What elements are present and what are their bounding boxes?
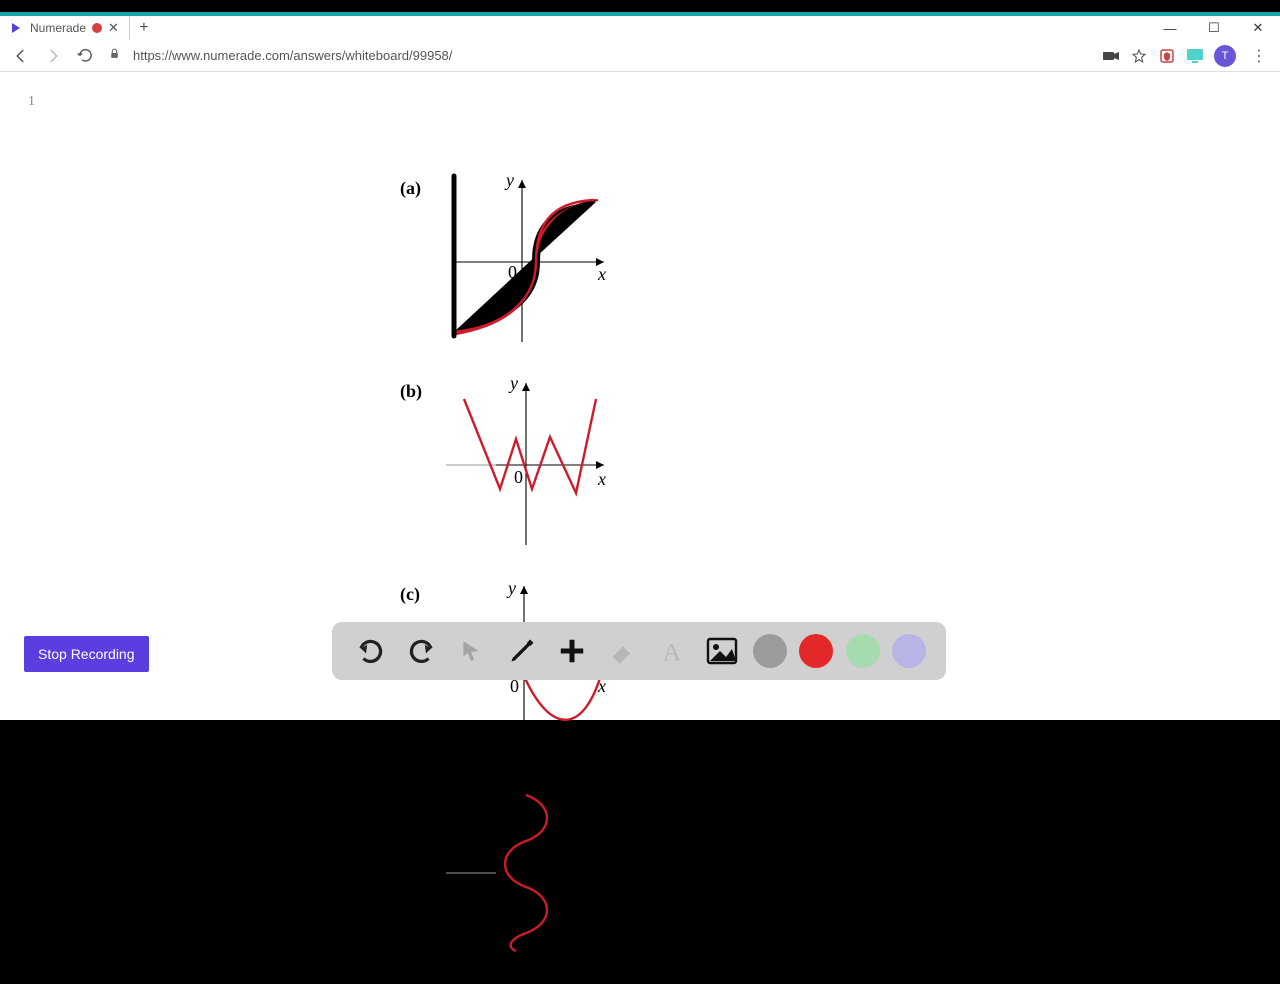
plot-a-ylabel: y bbox=[504, 172, 514, 190]
browser-tab-active[interactable]: Numerade ✕ bbox=[0, 16, 130, 40]
svg-text:x: x bbox=[597, 469, 606, 489]
redo-button[interactable] bbox=[402, 632, 440, 670]
tab-title: Numerade bbox=[30, 21, 86, 35]
nav-forward-button[interactable] bbox=[40, 43, 66, 69]
color-swatch-green[interactable] bbox=[846, 634, 880, 668]
plot-grid: (a) y x 0 bbox=[400, 172, 880, 984]
plot-d-label: (d) bbox=[400, 787, 422, 808]
eraser-tool[interactable] bbox=[603, 632, 641, 670]
url-text[interactable]: https://www.numerade.com/answers/whitebo… bbox=[133, 48, 452, 63]
browser-tab-strip: Numerade ✕ + — ☐ ✕ bbox=[0, 16, 1280, 40]
stop-recording-button[interactable]: Stop Recording bbox=[24, 636, 149, 672]
plot-a-label: (a) bbox=[400, 178, 421, 199]
image-tool[interactable] bbox=[703, 632, 741, 670]
page-content: 1 (a) y x 0 bbox=[0, 72, 1280, 704]
tab-close-icon[interactable]: ✕ bbox=[108, 20, 119, 36]
plot-b: (b) y x 0 bbox=[400, 375, 620, 560]
browser-window: Numerade ✕ + — ☐ ✕ https://www.numerade.… bbox=[0, 16, 1280, 720]
svg-text:y: y bbox=[508, 375, 518, 393]
extension-shield-icon[interactable] bbox=[1158, 47, 1176, 65]
addrbar-right-icons: T ⋮ bbox=[1102, 43, 1272, 69]
pointer-tool[interactable] bbox=[452, 632, 490, 670]
camera-icon[interactable] bbox=[1102, 47, 1120, 65]
window-maximize-button[interactable]: ☐ bbox=[1192, 16, 1236, 40]
window-outer-border-top bbox=[0, 0, 1280, 12]
undo-button[interactable] bbox=[352, 632, 390, 670]
add-tool[interactable] bbox=[553, 632, 591, 670]
svg-text:x: x bbox=[597, 875, 606, 895]
whiteboard-canvas[interactable]: (a) y x 0 bbox=[0, 72, 1280, 704]
browser-address-bar: https://www.numerade.com/answers/whitebo… bbox=[0, 40, 1280, 72]
color-swatch-red[interactable] bbox=[799, 634, 833, 668]
plot-d: (d) y x 0 bbox=[400, 781, 620, 966]
svg-text:y: y bbox=[506, 578, 516, 598]
svg-text:0: 0 bbox=[514, 467, 523, 487]
tab-favicon bbox=[8, 20, 24, 36]
plot-a-xlabel: x bbox=[597, 264, 606, 284]
extension-screen-icon[interactable] bbox=[1186, 47, 1204, 65]
svg-text:A: A bbox=[663, 637, 682, 665]
star-icon[interactable] bbox=[1130, 47, 1148, 65]
window-minimize-button[interactable]: — bbox=[1148, 16, 1192, 40]
whiteboard-toolbar: A bbox=[332, 622, 946, 680]
color-swatch-gray[interactable] bbox=[753, 634, 787, 668]
window-close-button[interactable]: ✕ bbox=[1236, 16, 1280, 40]
profile-avatar[interactable]: T bbox=[1214, 45, 1236, 67]
new-tab-button[interactable]: + bbox=[130, 19, 158, 37]
browser-menu-icon[interactable]: ⋮ bbox=[1246, 43, 1272, 69]
nav-back-button[interactable] bbox=[8, 43, 34, 69]
text-tool[interactable]: A bbox=[653, 632, 691, 670]
window-controls: — ☐ ✕ bbox=[1148, 16, 1280, 40]
recording-indicator-icon bbox=[92, 23, 102, 33]
nav-reload-button[interactable] bbox=[72, 43, 98, 69]
plot-b-label: (b) bbox=[400, 381, 422, 402]
plot-a: (a) y x 0 bbox=[400, 172, 620, 357]
color-swatch-purple[interactable] bbox=[892, 634, 926, 668]
svg-text:y: y bbox=[508, 783, 518, 803]
secure-lock-icon[interactable] bbox=[108, 47, 121, 65]
pencil-tool[interactable] bbox=[503, 632, 541, 670]
plot-c-label: (c) bbox=[400, 584, 420, 605]
